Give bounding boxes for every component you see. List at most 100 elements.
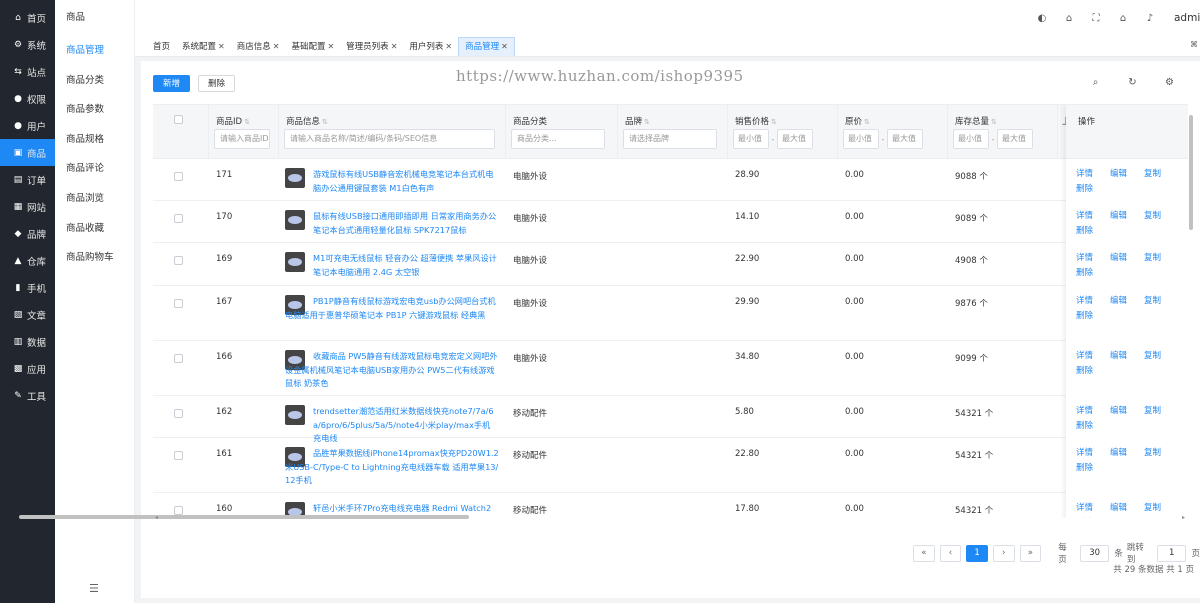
edit-link[interactable]: 编辑 [1110, 501, 1144, 516]
filter-id-input[interactable]: 请输入商品ID [214, 129, 270, 149]
header-stock[interactable]: 库存总量 [955, 117, 989, 127]
per-page-input[interactable]: 30 [1079, 544, 1110, 562]
edit-link[interactable]: 编辑 [1110, 251, 1144, 266]
delete-button[interactable]: 删除 [198, 75, 236, 92]
vertical-scrollbar[interactable] [1189, 115, 1194, 520]
refresh-icon[interactable]: ↻ [1114, 77, 1151, 88]
delete-link[interactable]: 删除 [1076, 266, 1110, 281]
submenu-item-1[interactable]: 商品分类 [55, 66, 134, 96]
fullscreen-icon[interactable]: ⛶ [1084, 13, 1108, 24]
submenu-item-0[interactable]: 商品管理 [55, 36, 134, 66]
submenu-item-3[interactable]: 商品规格 [55, 125, 134, 155]
sort-icon[interactable]: ⇅ [644, 118, 650, 126]
rail-item-8[interactable]: ◆ 品牌 [0, 220, 55, 247]
sort-icon[interactable]: ⇅ [244, 118, 250, 126]
filter-info-input[interactable]: 请输入商品名称/简述/编码/条码/SEO信息 [284, 129, 495, 149]
header-orig[interactable]: 原价 [845, 117, 862, 127]
next-page-button[interactable]: › [992, 544, 1015, 562]
product-name-link[interactable]: 鼠标有线USB接口通用即插即用 日常家用商务办公笔记本台式通用轻量化鼠标 SPK… [313, 210, 498, 237]
header-price[interactable]: 销售价格 [735, 117, 769, 127]
row-checkbox[interactable] [174, 299, 183, 308]
close-icon[interactable]: ✕ [391, 42, 398, 51]
close-icon[interactable]: ✕ [327, 42, 334, 51]
edit-link[interactable]: 编辑 [1110, 349, 1144, 364]
header-info[interactable]: 商品信息 [286, 117, 320, 127]
copy-link[interactable]: 复制 [1144, 294, 1178, 309]
delete-link[interactable]: 删除 [1076, 364, 1110, 379]
lock-icon[interactable]: ⌂ [1057, 13, 1081, 24]
delete-link[interactable]: 删除 [1076, 461, 1110, 476]
collapse-menu-icon[interactable]: ☰ [89, 582, 99, 595]
detail-link[interactable]: 详情 [1076, 446, 1110, 461]
vertical-scroll-thumb[interactable] [1189, 115, 1193, 230]
theme-icon[interactable]: ◐ [1030, 13, 1054, 24]
tab-2[interactable]: 商店信息 ✕ [231, 40, 286, 56]
edit-link[interactable]: 编辑 [1110, 446, 1144, 461]
rail-item-6[interactable]: ▤ 订单 [0, 166, 55, 193]
rail-item-9[interactable]: ▲ 仓库 [0, 247, 55, 274]
filter-orig-max[interactable]: 最大值 [887, 129, 923, 149]
sort-icon[interactable]: ⇅ [991, 118, 997, 126]
add-button[interactable]: 新增 [153, 75, 191, 92]
detail-link[interactable]: 详情 [1076, 251, 1110, 266]
rail-item-14[interactable]: ✎ 工具 [0, 382, 55, 409]
detail-link[interactable]: 详情 [1076, 167, 1110, 182]
horizontal-scrollbar[interactable] [19, 515, 1059, 520]
tab-0[interactable]: 首页 [147, 40, 176, 56]
product-name-link[interactable]: 收藏商品 PW5静音有线游戏鼠标电竞宏定义网吧外设金属机械风笔记本电脑USB家用… [285, 350, 499, 391]
detail-link[interactable]: 详情 [1076, 501, 1110, 516]
scroll-right-arrow[interactable]: ▸ [1182, 514, 1185, 521]
scroll-left-arrow[interactable]: ◂ [155, 514, 158, 521]
filter-orig-min[interactable]: 最小值 [843, 129, 879, 149]
edit-link[interactable]: 编辑 [1110, 294, 1144, 309]
rail-item-4[interactable]: ● 用户 [0, 112, 55, 139]
filter-price-max[interactable]: 最大值 [777, 129, 813, 149]
copy-link[interactable]: 复制 [1144, 209, 1178, 224]
rail-item-13[interactable]: ▩ 应用 [0, 355, 55, 382]
product-name-link[interactable]: PB1P静音有线鼠标游戏宏电竞usb办公网吧台式机电脑适用于惠普华硕笔记本 PB… [285, 295, 499, 322]
tab-6[interactable]: 商品管理 ✕ [458, 37, 515, 56]
row-checkbox[interactable] [174, 256, 183, 265]
copy-link[interactable]: 复制 [1144, 501, 1178, 516]
delete-link[interactable]: 删除 [1076, 419, 1110, 434]
close-icon[interactable]: ✕ [273, 42, 280, 51]
header-id[interactable]: 商品ID [216, 117, 242, 127]
submenu-item-2[interactable]: 商品参数 [55, 95, 134, 125]
product-thumbnail[interactable] [285, 405, 305, 425]
product-thumbnail[interactable] [285, 210, 305, 230]
row-checkbox[interactable] [174, 172, 183, 181]
filter-stock-min[interactable]: 最小值 [953, 129, 989, 149]
submenu-item-6[interactable]: 商品收藏 [55, 214, 134, 244]
page-1-button[interactable]: 1 [966, 544, 988, 562]
copy-link[interactable]: 复制 [1144, 349, 1178, 364]
delete-link[interactable]: 删除 [1076, 224, 1110, 239]
detail-link[interactable]: 详情 [1076, 209, 1110, 224]
row-checkbox[interactable] [174, 354, 183, 363]
rail-item-1[interactable]: ⚙ 系统 [0, 31, 55, 58]
horizontal-scroll-thumb[interactable] [19, 515, 469, 519]
tab-4[interactable]: 管理员列表 ✕ [340, 40, 403, 56]
copy-link[interactable]: 复制 [1144, 167, 1178, 182]
rail-item-11[interactable]: ▧ 文章 [0, 301, 55, 328]
delete-link[interactable]: 删除 [1076, 182, 1110, 197]
delete-link[interactable]: 删除 [1076, 516, 1110, 518]
sort-icon[interactable]: ⇅ [864, 118, 870, 126]
row-checkbox[interactable] [174, 214, 183, 223]
filter-price-min[interactable]: 最小值 [733, 129, 769, 149]
edit-link[interactable]: 编辑 [1110, 404, 1144, 419]
close-icon[interactable]: ✕ [501, 42, 508, 51]
product-name-link[interactable]: 游戏鼠标有线USB静音宏机械电竞笔记本台式机电脑办公通用键鼠套装 M1白色有声 [313, 168, 498, 195]
detail-link[interactable]: 详情 [1076, 294, 1110, 309]
home-icon[interactable]: ⌂ [1111, 13, 1135, 24]
user-menu[interactable]: admin [1174, 12, 1200, 24]
detail-link[interactable]: 详情 [1076, 404, 1110, 419]
filter-category-select[interactable]: 商品分类... [511, 129, 605, 149]
rail-item-12[interactable]: ▥ 数据 [0, 328, 55, 355]
prev-page-button[interactable]: ‹ [939, 544, 962, 562]
rail-item-7[interactable]: ▦ 网站 [0, 193, 55, 220]
edit-link[interactable]: 编辑 [1110, 167, 1144, 182]
search-icon[interactable]: ⌕ [1077, 77, 1114, 88]
submenu-item-5[interactable]: 商品浏览 [55, 184, 134, 214]
select-all-checkbox[interactable] [174, 115, 183, 124]
jump-page-input[interactable]: 1 [1156, 544, 1187, 562]
